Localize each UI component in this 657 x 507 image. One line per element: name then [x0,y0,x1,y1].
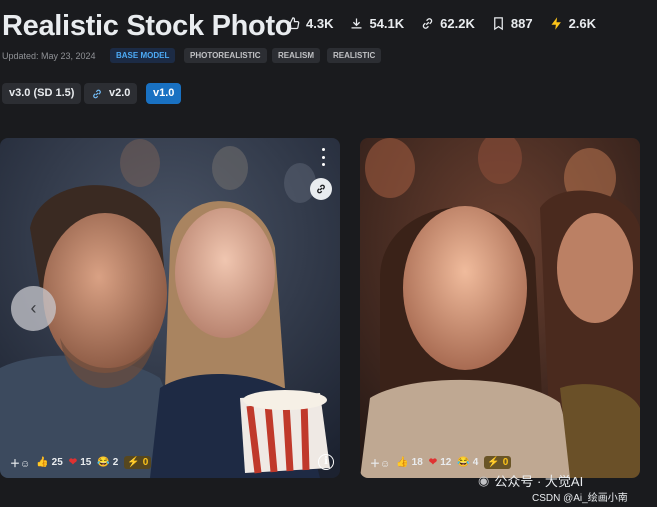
laugh-icon: 😂 [97,457,110,468]
gallery-card-2[interactable]: ＋☺ 👍 18 ❤ 12 😂 4 ⚡ 0 [360,138,640,478]
stat-bookmarks-value: 887 [510,16,533,31]
reaction-laugh-count: 4 [472,457,479,468]
carousel-prev-button[interactable]: ‹ [11,286,56,331]
reaction-laugh[interactable]: 😂 4 [457,457,478,468]
reaction-buzz[interactable]: ⚡ 0 [484,456,512,469]
reaction-heart[interactable]: ❤ 12 [429,457,452,468]
download-icon [351,18,362,29]
version-v3-label: v3.0 (SD 1.5) [9,87,75,99]
reaction-like-count: 25 [51,457,63,468]
bookmark-icon [494,17,503,31]
thumbs-up-icon: 👍 [36,457,49,468]
stat-generations[interactable]: 62.2K [420,16,475,31]
bolt-icon [551,17,561,30]
csdn-watermark: CSDN @Ai_绘画小南 [532,493,628,504]
stat-generations-value: 62.2K [440,16,475,31]
card-reactions: ＋☺ 👍 25 ❤ 15 😂 2 ⚡ 0 [10,455,152,470]
chevron-left-icon: ‹ [30,298,37,318]
stat-likes[interactable]: 4.3K [286,16,333,31]
bolt-icon: ⚡ [487,457,500,468]
reaction-heart-count: 15 [80,457,92,468]
reaction-like[interactable]: 👍 25 [36,457,63,468]
reaction-buzz-count: 0 [142,457,149,468]
wechat-watermark: ◉ 公众号 · 大觉AI [478,471,583,490]
stat-downloads[interactable]: 54.1K [349,16,404,31]
bolt-icon: ⚡ [127,457,140,468]
thumbs-up-icon: 👍 [396,457,409,468]
gallery-image-woman [360,138,640,478]
tag-photorealistic[interactable]: PHOTOREALISTIC [184,48,267,63]
watermark-text: 公众号 · 大觉AI [494,474,584,489]
thumbs-up-icon [287,17,300,30]
stat-bookmarks[interactable]: 887 [491,16,533,31]
updated-date: Updated: May 23, 2024 [2,51,96,61]
card-menu-button[interactable] [320,148,326,166]
tag-realistic[interactable]: REALISTIC [327,48,382,63]
model-page: Realistic Stock Photo 4.3K 54.1K 62.2K 8… [0,0,657,507]
reaction-laugh-count: 2 [112,457,119,468]
wechat-icon: ◉ [478,472,490,488]
version-v2[interactable]: v2.0 [84,83,138,104]
heart-icon: ❤ [68,457,78,468]
link-icon [422,18,433,29]
tag-realism[interactable]: REALISM [272,48,320,63]
stat-buzz[interactable]: 2.6K [549,16,596,31]
model-title: Realistic Stock Photo [2,10,293,42]
stat-buzz-value: 2.6K [568,16,597,31]
model-stats: 4.3K 54.1K 62.2K 887 2.6K [286,16,596,31]
stat-downloads-value: 54.1K [369,16,405,31]
reaction-like[interactable]: 👍 18 [396,457,423,468]
stat-likes-value: 4.3K [306,16,334,31]
reaction-heart-count: 12 [440,457,452,468]
reaction-heart[interactable]: ❤ 15 [69,457,92,468]
card-reactions: ＋☺ 👍 18 ❤ 12 😂 4 ⚡ 0 [370,455,512,470]
reaction-buzz-count: 0 [502,457,509,468]
add-reaction-icon[interactable]: ＋☺ [10,455,30,470]
tag-base-model[interactable]: BASE MODEL [110,48,176,63]
link-icon [317,184,325,194]
reaction-laugh[interactable]: 😂 2 [97,457,118,468]
heart-icon: ❤ [428,457,438,468]
reaction-like-count: 18 [411,457,423,468]
info-icon[interactable]: i [318,454,334,470]
version-v2-label: v2.0 [109,87,131,99]
link-icon [93,89,101,98]
version-v1-label: v1.0 [153,87,175,99]
version-v3[interactable]: v3.0 (SD 1.5) [2,83,82,104]
reaction-buzz[interactable]: ⚡ 0 [124,456,152,469]
laugh-icon: 😂 [457,457,470,468]
card-link-badge[interactable] [310,178,332,200]
add-reaction-icon[interactable]: ＋☺ [370,455,390,470]
version-v1[interactable]: v1.0 [146,83,182,104]
